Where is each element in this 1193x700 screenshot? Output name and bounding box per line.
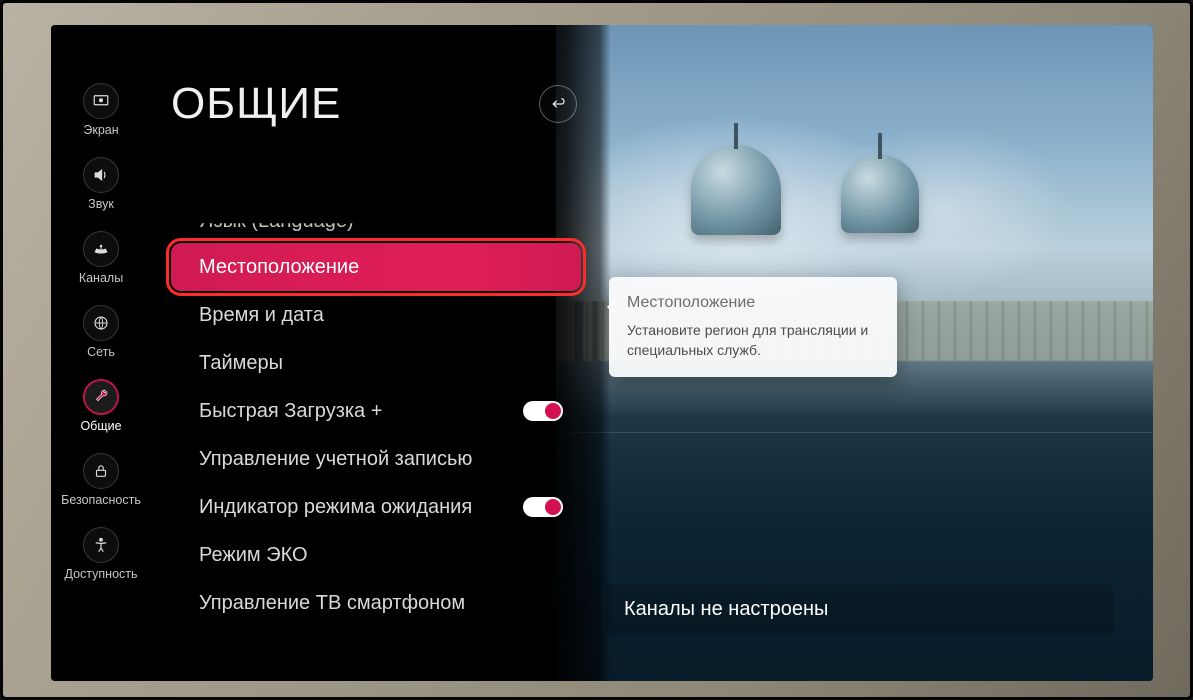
accessibility-icon (83, 527, 119, 563)
menu-item-eco[interactable]: Режим ЭКО (171, 531, 581, 579)
globe-icon (83, 305, 119, 341)
sidebar-item-label: Доступность (64, 567, 137, 581)
display-icon (83, 83, 119, 119)
sidebar-item-screen[interactable]: Экран (83, 83, 119, 137)
menu-item-standby-indicator[interactable]: Индикатор режима ожидания (171, 483, 581, 531)
help-tooltip: Местоположение Установите регион для тра… (609, 277, 897, 377)
speaker-icon (83, 157, 119, 193)
menu-item-label: Время и дата (199, 304, 324, 327)
menu-item-label: Управление ТВ смартфоном (199, 592, 465, 615)
menu-item-account[interactable]: Управление учетной записью (171, 435, 581, 483)
sidebar-item-label: Безопасность (61, 493, 141, 507)
toggle-switch[interactable] (523, 497, 563, 517)
wallpaper-decor (691, 145, 781, 235)
sidebar-item-network[interactable]: Сеть (83, 305, 119, 359)
sidebar-item-security[interactable]: Безопасность (61, 453, 141, 507)
menu-item-smartphone-control[interactable]: Управление ТВ смартфоном (171, 579, 581, 627)
wallpaper-decor (556, 432, 1153, 433)
sidebar-item-label: Звук (88, 197, 114, 211)
menu-item-label: Режим ЭКО (199, 544, 308, 567)
settings-list: Язык (Language) Местоположение Время и д… (171, 199, 581, 627)
tv-screen: Экран Звук Каналы Сеть Общие (51, 25, 1153, 681)
menu-item-label: Индикатор режима ожидания (199, 496, 472, 519)
wrench-icon (83, 379, 119, 415)
sidebar-item-sound[interactable]: Звук (83, 157, 119, 211)
sidebar-item-label: Экран (83, 123, 118, 137)
sidebar-item-label: Сеть (87, 345, 115, 359)
satellite-icon (83, 231, 119, 267)
status-text: Каналы не настроены (624, 598, 828, 620)
menu-item-datetime[interactable]: Время и дата (171, 291, 581, 339)
sidebar-item-label: Общие (80, 419, 121, 433)
sidebar-item-general[interactable]: Общие (80, 379, 121, 433)
tooltip-title: Местоположение (627, 291, 879, 314)
menu-item-label: Местоположение (199, 256, 359, 279)
back-arrow-icon (550, 96, 566, 112)
lock-icon (83, 453, 119, 489)
back-button[interactable] (539, 85, 577, 123)
toggle-switch[interactable] (523, 401, 563, 421)
menu-item-quick-start[interactable]: Быстрая Загрузка + (171, 387, 581, 435)
menu-item-label: Быстрая Загрузка + (199, 400, 382, 423)
menu-item-timers[interactable]: Таймеры (171, 339, 581, 387)
menu-item-label: Таймеры (199, 352, 283, 375)
channel-status: Каналы не настроены (606, 584, 1113, 635)
tooltip-body: Установите регион для трансляции и специ… (627, 320, 879, 361)
wallpaper-decor (841, 155, 919, 233)
settings-main: ОБЩИЕ Язык (Language) Местоположение Вре… (171, 79, 581, 681)
menu-item-language[interactable]: Язык (Language) (171, 199, 581, 243)
page-title: ОБЩИЕ (171, 79, 341, 129)
menu-item-label: Управление учетной записью (199, 448, 472, 471)
menu-item-label: Язык (Language) (199, 210, 354, 233)
settings-sidebar: Экран Звук Каналы Сеть Общие (51, 83, 151, 681)
sidebar-item-label: Каналы (79, 271, 123, 285)
menu-item-location[interactable]: Местоположение (171, 243, 581, 291)
sidebar-item-accessibility[interactable]: Доступность (64, 527, 137, 581)
sidebar-item-channels[interactable]: Каналы (79, 231, 123, 285)
